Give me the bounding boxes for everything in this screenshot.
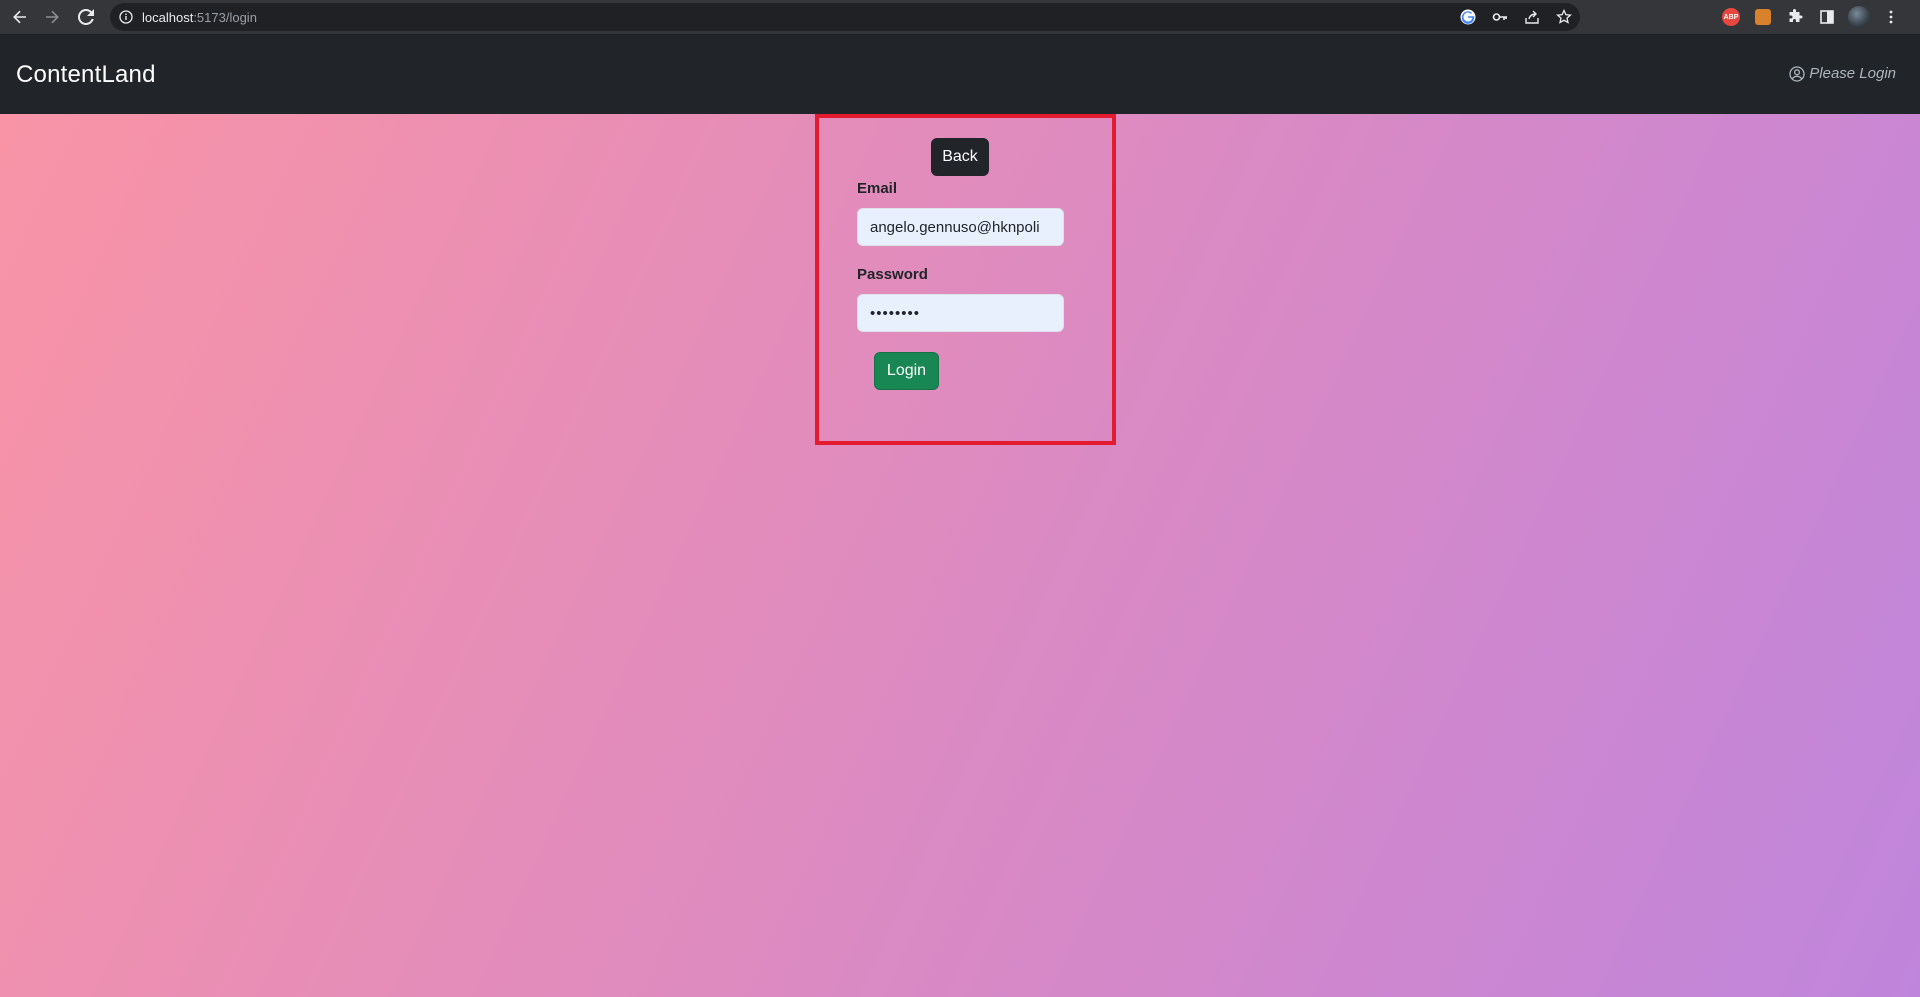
- app-navbar: ContentLand Please Login: [0, 35, 1920, 114]
- password-field[interactable]: ••••••••: [857, 294, 1064, 332]
- url-path: :5173/login: [193, 9, 257, 25]
- back-arrow-icon[interactable]: [4, 0, 36, 34]
- google-icon[interactable]: [1452, 3, 1484, 31]
- email-field[interactable]: angelo.gennuso@hknpoli: [857, 208, 1064, 246]
- profile-avatar[interactable]: [1843, 0, 1875, 34]
- forward-arrow-icon[interactable]: [36, 0, 68, 34]
- puzzle-icon[interactable]: [1779, 0, 1811, 34]
- back-button[interactable]: Back: [931, 138, 989, 176]
- user-circle-icon: [1788, 65, 1805, 82]
- address-bar[interactable]: localhost:5173/login: [110, 3, 1580, 31]
- extension-orange-icon[interactable]: [1747, 0, 1779, 34]
- share-icon[interactable]: [1516, 3, 1548, 31]
- login-hint-label: Please Login: [1809, 65, 1896, 82]
- password-label: Password: [857, 266, 928, 283]
- star-icon[interactable]: [1548, 3, 1580, 31]
- menu-dots-icon[interactable]: [1875, 0, 1907, 34]
- adblock-label: ABP: [1722, 8, 1740, 26]
- brand-title[interactable]: ContentLand: [16, 61, 156, 89]
- browser-toolbar: localhost:5173/login ABP: [0, 0, 1920, 34]
- adblock-icon[interactable]: ABP: [1715, 0, 1747, 34]
- url-text: localhost:5173/login: [142, 10, 257, 25]
- reload-icon[interactable]: [70, 0, 102, 34]
- info-icon[interactable]: [118, 9, 134, 25]
- email-label: Email: [857, 180, 898, 197]
- key-icon[interactable]: [1484, 3, 1516, 31]
- login-button[interactable]: Login: [874, 352, 939, 390]
- sidebar-icon[interactable]: [1811, 0, 1843, 34]
- login-hint-link[interactable]: Please Login: [1788, 65, 1896, 82]
- url-host: localhost: [142, 9, 194, 25]
